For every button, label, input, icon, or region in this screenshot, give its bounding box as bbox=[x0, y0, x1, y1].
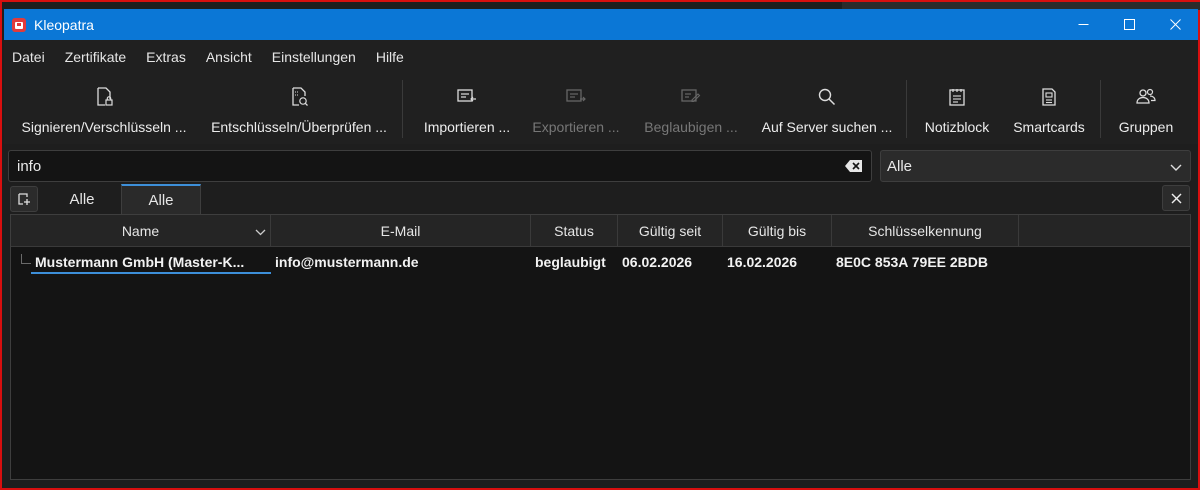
smartcards-button[interactable]: Smartcards bbox=[1004, 74, 1094, 144]
new-tab-button[interactable] bbox=[10, 186, 38, 212]
search-row: Alle bbox=[8, 150, 1192, 182]
maximize-button[interactable] bbox=[1106, 9, 1152, 40]
minimize-icon bbox=[1078, 24, 1088, 25]
title-bar[interactable]: Kleopatra bbox=[4, 9, 1198, 40]
menu-hilfe[interactable]: Hilfe bbox=[376, 49, 404, 65]
menu-einstellungen[interactable]: Einstellungen bbox=[272, 49, 356, 65]
certify-button[interactable]: Beglaubigen ... bbox=[636, 74, 746, 144]
toolbar-separator bbox=[402, 80, 403, 138]
filter-dropdown[interactable]: Alle bbox=[880, 150, 1191, 182]
tab-bar: Alle Alle bbox=[8, 184, 1192, 214]
cell-valid-until: 16.02.2026 bbox=[727, 254, 798, 270]
column-header-valid-from[interactable]: Gültig seit bbox=[618, 215, 723, 247]
chevron-down-icon bbox=[1170, 160, 1182, 177]
import-label: Importieren ... bbox=[423, 119, 511, 135]
search-field bbox=[8, 150, 872, 182]
notepad-label: Notizblock bbox=[924, 119, 990, 135]
clear-search-icon[interactable] bbox=[845, 159, 863, 173]
lookup-server-button[interactable]: Auf Server suchen ... bbox=[754, 74, 900, 144]
tab-alle-2[interactable]: Alle bbox=[121, 184, 201, 214]
decrypt-verify-label: Entschlüsseln/Überprüfen ... bbox=[211, 119, 387, 135]
toolbar-separator bbox=[906, 80, 907, 138]
export-button[interactable]: Exportieren ... bbox=[524, 74, 628, 144]
menu-ansicht[interactable]: Ansicht bbox=[206, 49, 252, 65]
smartcards-label: Smartcards bbox=[1013, 119, 1085, 135]
tab-alle-1[interactable]: Alle bbox=[44, 184, 120, 214]
decrypt-verify-button[interactable]: Entschlüsseln/Überprüfen ... bbox=[204, 74, 394, 144]
tab-label: Alle bbox=[148, 191, 174, 209]
export-icon bbox=[566, 85, 586, 109]
column-header-email[interactable]: E-Mail bbox=[271, 215, 531, 247]
table-row[interactable]: Mustermann GmbH (Master-K... info@muster… bbox=[11, 249, 1190, 275]
kleopatra-app-icon bbox=[12, 17, 26, 32]
certify-icon bbox=[681, 85, 701, 109]
lookup-server-label: Auf Server suchen ... bbox=[761, 119, 893, 135]
minimize-button[interactable] bbox=[1060, 9, 1106, 40]
column-header-name[interactable]: Name bbox=[11, 215, 271, 247]
maximize-icon bbox=[1123, 19, 1135, 30]
filter-selected-value: Alle bbox=[887, 157, 913, 175]
app-window: Kleopatra Datei Zertifikate Extras Ansic… bbox=[0, 0, 1200, 490]
new-tab-icon bbox=[18, 193, 30, 205]
notepad-button[interactable]: Notizblock bbox=[914, 74, 1000, 144]
main-toolbar: Signieren/Verschlüsseln ... Entschlüssel… bbox=[4, 74, 1198, 144]
tab-label: Alle bbox=[69, 190, 95, 208]
tree-branch-line bbox=[21, 254, 31, 264]
menu-extras[interactable]: Extras bbox=[146, 49, 186, 65]
focus-underline bbox=[31, 272, 271, 274]
import-button[interactable]: Importieren ... bbox=[412, 74, 522, 144]
close-window-button[interactable] bbox=[1152, 9, 1198, 40]
menu-bar: Datei Zertifikate Extras Ansicht Einstel… bbox=[4, 40, 1198, 74]
table-header: Name E-Mail Status Gültig seit Gültig bi… bbox=[11, 215, 1190, 247]
menu-datei[interactable]: Datei bbox=[12, 49, 45, 65]
groups-label: Gruppen bbox=[1118, 119, 1174, 135]
window-title: Kleopatra bbox=[34, 16, 94, 33]
smartcard-icon bbox=[1041, 85, 1057, 109]
search-input[interactable] bbox=[17, 151, 837, 181]
certificate-table[interactable]: Name E-Mail Status Gültig seit Gültig bi… bbox=[10, 214, 1191, 480]
import-icon bbox=[457, 85, 477, 109]
close-icon bbox=[1169, 19, 1181, 30]
close-icon bbox=[1171, 193, 1181, 203]
close-tab-button[interactable] bbox=[1162, 185, 1190, 211]
sign-encrypt-button[interactable]: Signieren/Verschlüsseln ... bbox=[16, 74, 192, 144]
export-label: Exportieren ... bbox=[532, 119, 620, 135]
cell-email: info@mustermann.de bbox=[275, 254, 419, 270]
certify-label: Beglaubigen ... bbox=[644, 119, 738, 135]
column-header-key-id[interactable]: Schlüsselkennung bbox=[832, 215, 1019, 247]
column-header-valid-until[interactable]: Gültig bis bbox=[723, 215, 832, 247]
groups-icon bbox=[1136, 85, 1156, 109]
groups-button[interactable]: Gruppen bbox=[1108, 74, 1184, 144]
toolbar-separator bbox=[1100, 80, 1101, 138]
cell-status: beglaubigt bbox=[535, 254, 606, 270]
cell-valid-from: 06.02.2026 bbox=[622, 254, 693, 270]
search-icon bbox=[818, 85, 836, 109]
sign-encrypt-label: Signieren/Verschlüsseln ... bbox=[21, 119, 187, 135]
menu-zertifikate[interactable]: Zertifikate bbox=[65, 49, 126, 65]
column-header-status[interactable]: Status bbox=[531, 215, 618, 247]
sort-indicator-icon bbox=[255, 224, 266, 240]
decrypt-verify-icon bbox=[290, 85, 308, 109]
cell-key-id: 8E0C 853A 79EE 2BDB bbox=[836, 254, 989, 270]
sign-encrypt-icon bbox=[95, 85, 113, 109]
notepad-icon bbox=[948, 85, 966, 109]
